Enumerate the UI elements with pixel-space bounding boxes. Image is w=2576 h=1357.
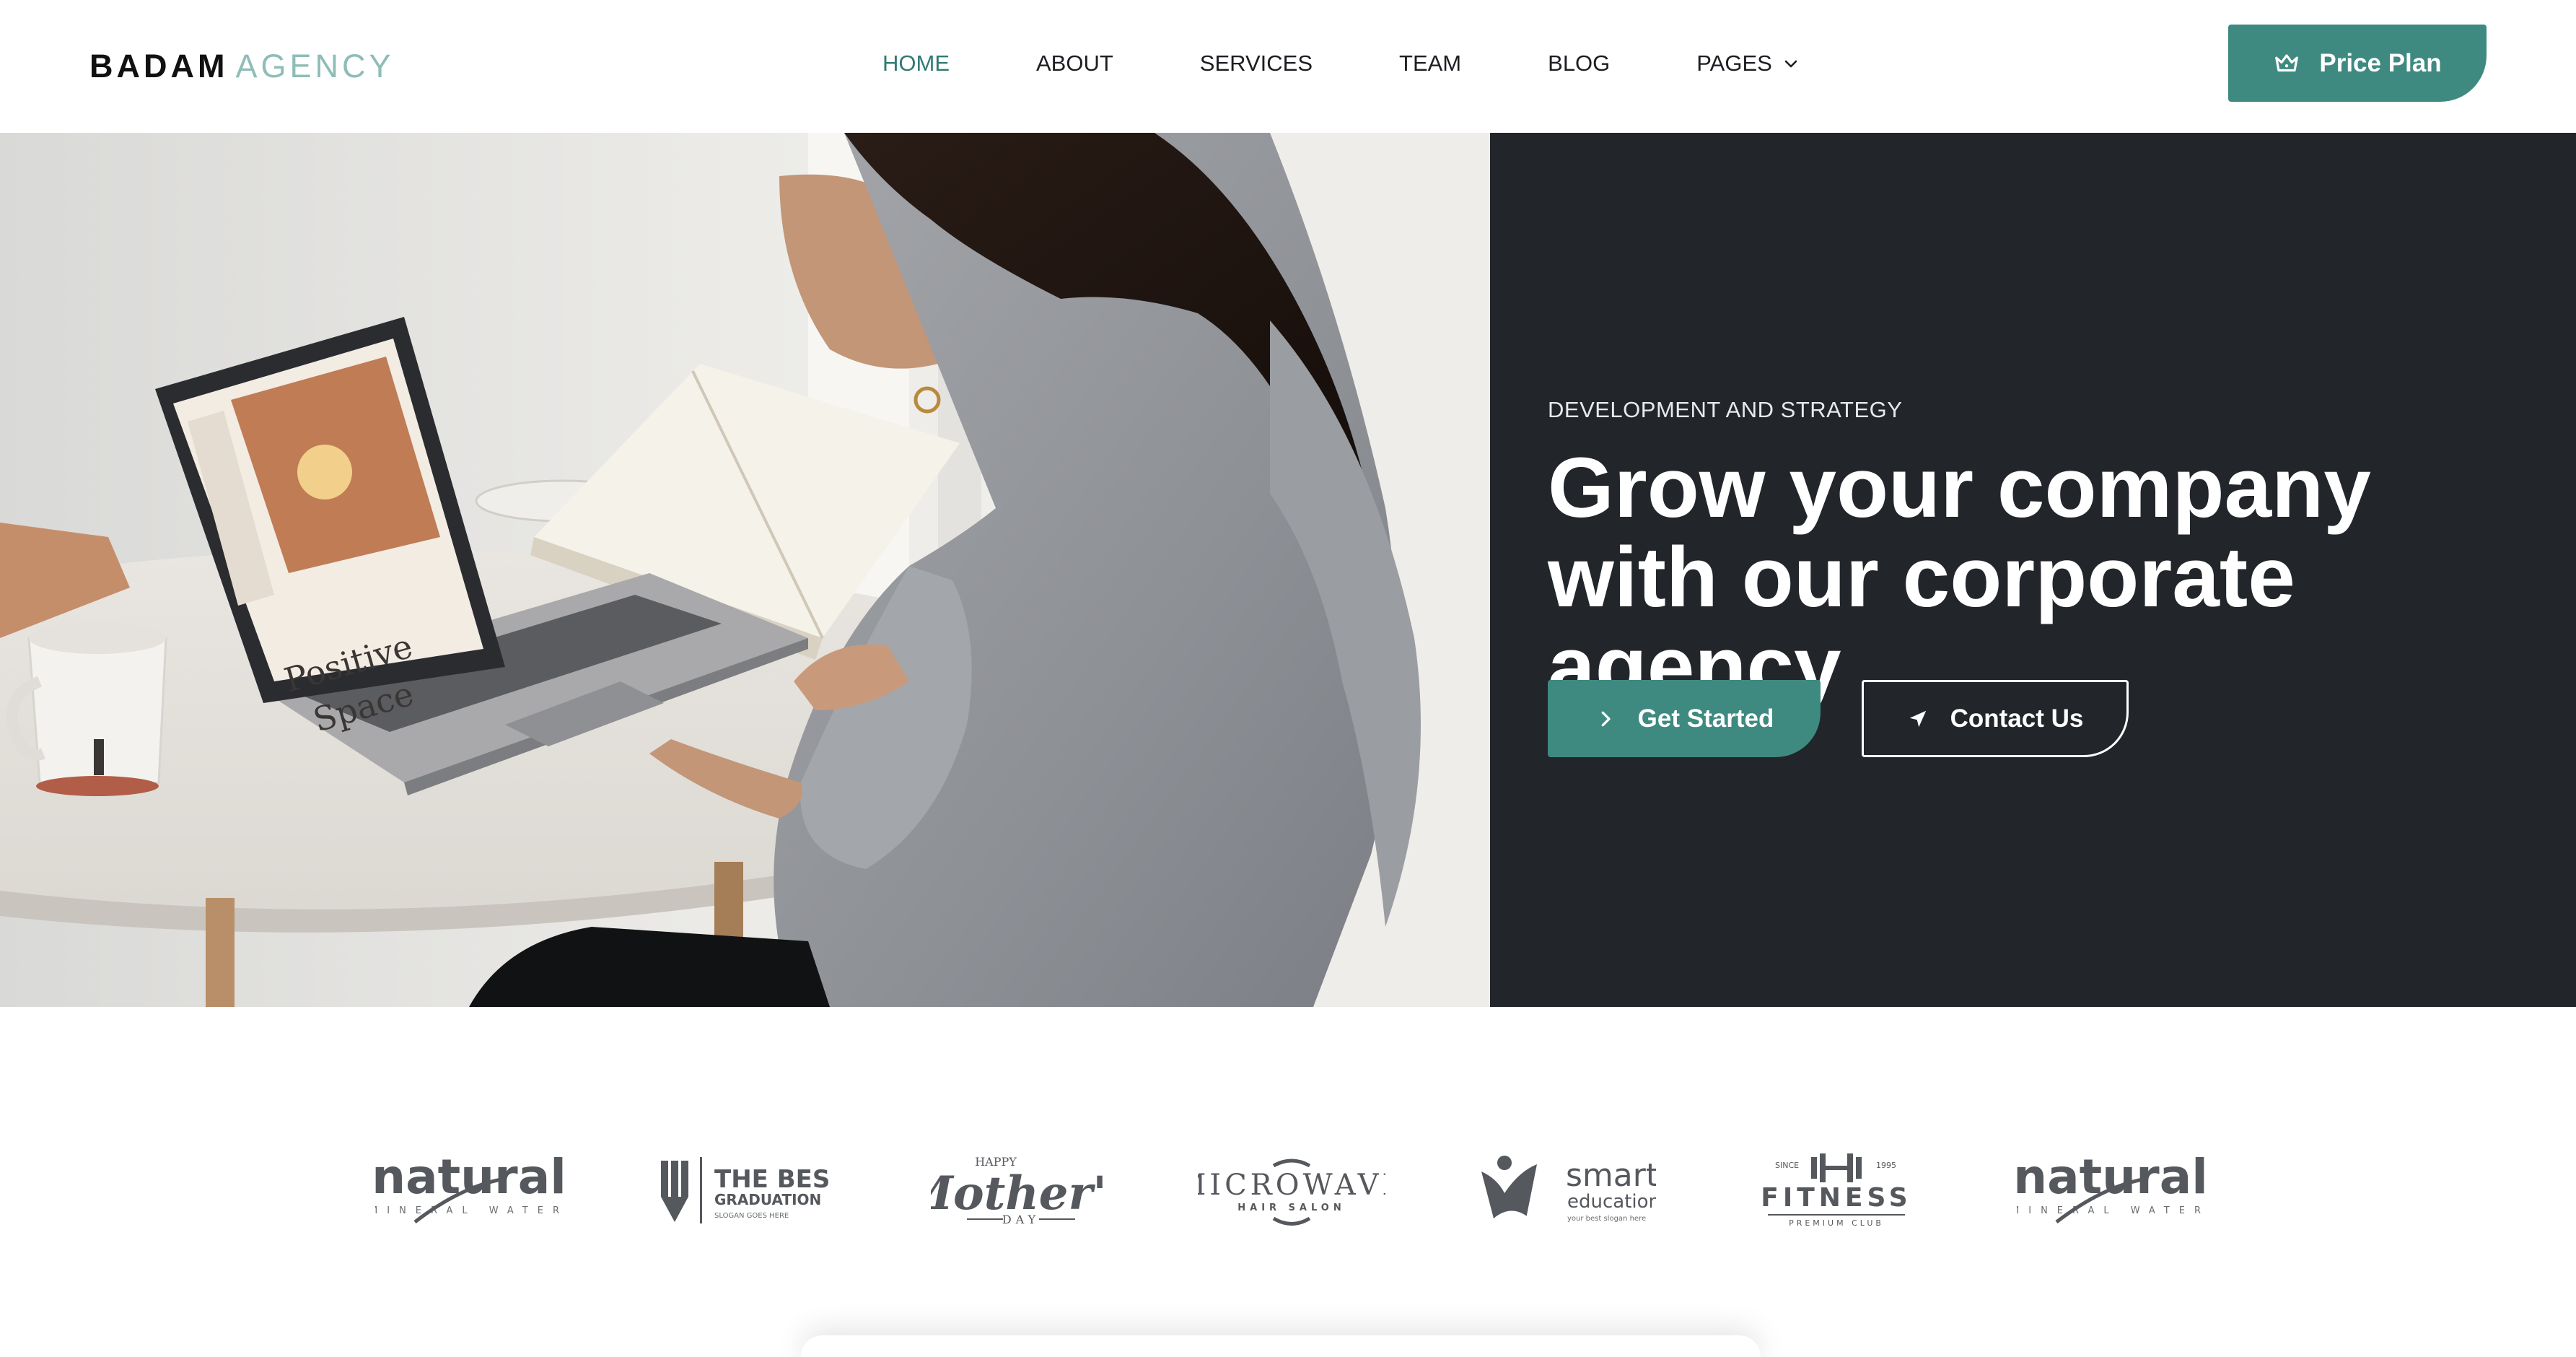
client-7-name: natural: [2017, 1150, 2204, 1205]
client-logo-natural[interactable]: natural MINERAL WATER: [375, 1148, 563, 1231]
site-header: BADAM AGENCY HOME ABOUT SERVICES TEAM BLO…: [0, 0, 2576, 133]
logo-bold-text: BADAM: [89, 48, 229, 84]
client-logo-natural-2[interactable]: natural MINERAL WATER: [2017, 1148, 2204, 1231]
client-logos-section: natural MINERAL WATER THE BEST GRADUATIO…: [0, 1007, 2576, 1357]
client-7-sub: MINERAL WATER: [2017, 1205, 2204, 1216]
contact-us-label: Contact Us: [1950, 704, 2084, 733]
chevron-down-icon: [1784, 60, 1797, 68]
client-1-sub: MINERAL WATER: [375, 1205, 563, 1216]
paper-plane-icon: [1909, 710, 1926, 727]
client-logo-the-best[interactable]: THE BEST GRADUATION SLOGAN GOES HERE: [657, 1148, 830, 1231]
client-logo-microwave[interactable]: MICROWAVE HAIR SALON: [1198, 1148, 1385, 1231]
main-nav: HOME ABOUT SERVICES TEAM BLOG PAGES: [882, 49, 1800, 78]
hero-image: Positive Space: [0, 133, 1490, 1007]
client-2-name: THE BEST: [714, 1165, 830, 1194]
price-plan-label: Price Plan: [2319, 48, 2442, 77]
get-started-button[interactable]: Get Started: [1548, 680, 1821, 757]
get-started-label: Get Started: [1637, 704, 1774, 733]
nav-item-about[interactable]: ABOUT: [1036, 51, 1113, 77]
client-logo-fitness[interactable]: SINCE 1995 FITNESS PREMIUM CLUB: [1753, 1148, 1919, 1231]
nav-item-team[interactable]: TEAM: [1399, 51, 1461, 77]
logo-light-text: AGENCY: [235, 48, 395, 84]
client-logo-mothers-day[interactable]: HAPPY Mother's DAY: [931, 1148, 1104, 1231]
client-6-pre-right: 1995: [1876, 1161, 1896, 1170]
client-4-name: MICROWAVE: [1198, 1169, 1385, 1202]
hero-title: Grow your company with our corporate age…: [1548, 440, 2371, 715]
client-6-pre-left: SINCE: [1775, 1161, 1799, 1170]
chevron-right-icon: [1601, 711, 1611, 726]
client-5-tagline: your best slogan here: [1567, 1215, 1646, 1223]
nav-item-pages-label: PAGES: [1696, 51, 1772, 76]
client-logo-smart-education[interactable]: smart education your best slogan here: [1476, 1148, 1656, 1231]
hero-eyebrow: DEVELOPMENT AND STRATEGY: [1548, 397, 1903, 422]
nav-item-services[interactable]: SERVICES: [1200, 51, 1313, 77]
client-5-sub: education: [1567, 1191, 1656, 1213]
hero-section: Positive Space DEVELOPMENT AND STRATEGY …: [0, 133, 2576, 1007]
client-4-sub: HAIR SALON: [1237, 1203, 1346, 1213]
price-plan-button[interactable]: Price Plan: [2228, 25, 2487, 102]
client-5-name: smart: [1566, 1157, 1656, 1194]
client-2-tagline: SLOGAN GOES HERE: [714, 1212, 789, 1220]
crown-icon: [2275, 53, 2299, 71]
contact-us-button[interactable]: Contact Us: [1862, 680, 2129, 757]
nav-item-blog[interactable]: BLOG: [1548, 51, 1610, 77]
site-logo[interactable]: BADAM AGENCY: [89, 48, 395, 85]
nav-item-home[interactable]: HOME: [882, 51, 950, 77]
client-6-sub: PREMIUM CLUB: [1789, 1218, 1884, 1228]
client-6-name: FITNESS: [1761, 1183, 1912, 1213]
nav-item-pages[interactable]: PAGES: [1696, 51, 1800, 77]
client-2-sub: GRADUATION: [714, 1191, 821, 1208]
next-section-card-edge: [801, 1335, 1761, 1357]
client-3-sub: DAY: [1002, 1213, 1040, 1226]
client-1-name: natural: [375, 1150, 563, 1205]
hero-panel: DEVELOPMENT AND STRATEGY Grow your compa…: [1490, 133, 2576, 1007]
